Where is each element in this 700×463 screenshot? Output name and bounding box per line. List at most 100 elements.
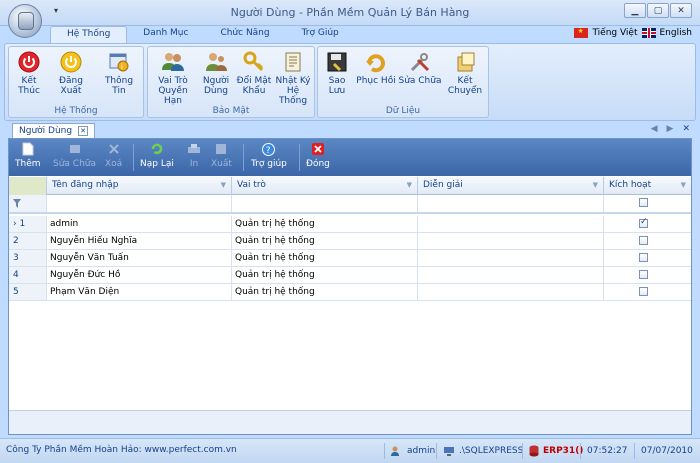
export-icon xyxy=(214,142,228,156)
user-icon xyxy=(204,50,228,74)
cell-description[interactable] xyxy=(418,284,604,300)
active-checkbox[interactable] xyxy=(639,217,648,228)
filter-description-input[interactable] xyxy=(418,195,604,212)
table-row[interactable]: › 1 admin Quản trị hệ thống xyxy=(9,216,691,233)
print-button[interactable]: In xyxy=(187,142,201,169)
add-button[interactable]: Thêm xyxy=(15,142,41,169)
tab-tro-giup[interactable]: Trợ Giúp xyxy=(286,26,355,43)
svg-text:?: ? xyxy=(266,146,271,156)
cell-role[interactable]: Quản trị hệ thống xyxy=(232,216,418,232)
language-vietnamese[interactable]: Tiếng Việt xyxy=(592,28,637,38)
application-menu-button[interactable] xyxy=(8,4,42,38)
group-security: Vai Trò Quyền Hạn Người Dùng Đổi Mật Khẩ… xyxy=(147,46,315,118)
sort-icon: ▼ xyxy=(220,181,226,189)
tab-navigation: ◀ ▶ ✕ xyxy=(651,124,690,134)
repair-button[interactable]: Sửa Chữa xyxy=(398,50,442,86)
delete-icon xyxy=(107,142,121,156)
cell-active[interactable] xyxy=(604,284,691,300)
filter-row xyxy=(9,195,691,214)
cell-description[interactable] xyxy=(418,216,604,232)
column-header-active[interactable]: Kích hoạt ▼ xyxy=(604,177,691,195)
exit-button[interactable]: Kết Thúc xyxy=(11,50,47,96)
edit-button[interactable]: Sửa Chữa xyxy=(53,142,96,169)
column-header-username[interactable]: Tên đăng nhập ▼ xyxy=(47,177,232,195)
cell-role[interactable]: Quản trị hệ thống xyxy=(232,250,418,266)
scroll-right-icon[interactable]: ▶ xyxy=(667,124,674,134)
system-log-button[interactable]: Nhật Ký Hệ Thống xyxy=(272,50,314,106)
close-document-icon[interactable]: ✕ xyxy=(682,124,690,134)
active-checkbox[interactable] xyxy=(639,253,648,262)
document-tab-bar: Người Dùng ✕ ◀ ▶ ✕ xyxy=(4,122,696,138)
tab-he-thong[interactable]: Hệ Thống xyxy=(50,26,128,43)
cell-username[interactable]: Nguyễn Đức Hồ xyxy=(47,267,232,283)
scroll-left-icon[interactable]: ◀ xyxy=(651,124,658,134)
window-controls: ▁ ▢ ✕ xyxy=(624,3,692,18)
row-number: 2 xyxy=(9,233,47,249)
user-status-icon xyxy=(391,446,399,456)
close-red-icon xyxy=(311,142,325,156)
logout-button[interactable]: Đăng Xuất xyxy=(49,50,93,96)
language-english[interactable]: English xyxy=(660,28,693,38)
table-row[interactable]: 3 Nguyễn Văn Tuấn Quản trị hệ thống xyxy=(9,250,691,267)
document-tab-nguoi-dung[interactable]: Người Dùng ✕ xyxy=(12,123,96,138)
column-header-description[interactable]: Diễn giải ▼ xyxy=(418,177,604,195)
roles-permissions-button[interactable]: Vai Trò Quyền Hạn xyxy=(149,50,197,106)
cell-username[interactable]: Nguyễn Hiếu Nghĩa xyxy=(47,233,232,249)
grid-corner xyxy=(9,177,47,195)
group-data: Sao Lưu Phục Hồi Sửa Chữa Kết Chuyển Dữ … xyxy=(317,46,489,118)
active-checkbox[interactable] xyxy=(639,236,648,245)
database-status-icon xyxy=(529,445,539,457)
table-row[interactable]: 4 Nguyễn Đức Hồ Quản trị hệ thống xyxy=(9,267,691,284)
sort-icon: ▼ xyxy=(592,181,598,189)
table-row[interactable]: 2 Nguyễn Hiếu Nghĩa Quản trị hệ thống xyxy=(9,233,691,250)
toolbar-separator xyxy=(243,144,244,171)
delete-button[interactable]: Xoá xyxy=(105,142,122,169)
reload-button[interactable]: Nạp Lại xyxy=(140,142,174,169)
table-row[interactable]: 5 Phạm Văn Diện Quản trị hệ thống xyxy=(9,284,691,301)
help-button[interactable]: ? Trợ giúp xyxy=(251,142,287,169)
filter-icon xyxy=(13,199,21,208)
close-window-button[interactable]: ✕ xyxy=(670,3,692,18)
restore-button[interactable]: Phục Hồi xyxy=(356,50,396,86)
maximize-button[interactable]: ▢ xyxy=(647,3,669,18)
cell-role[interactable]: Quản trị hệ thống xyxy=(232,233,418,249)
active-checkbox[interactable] xyxy=(639,270,648,279)
filter-role-input[interactable] xyxy=(232,195,418,212)
database-icon xyxy=(18,12,34,30)
cell-active[interactable] xyxy=(604,267,691,283)
sort-icon: ▼ xyxy=(680,181,686,189)
info-button[interactable]: i Thông Tin xyxy=(97,50,141,96)
cell-role[interactable]: Quản trị hệ thống xyxy=(232,284,418,300)
tab-chuc-nang[interactable]: Chức Năng xyxy=(204,26,285,43)
carry-forward-button[interactable]: Kết Chuyển xyxy=(442,50,488,96)
cell-active[interactable] xyxy=(604,233,691,249)
cell-description[interactable] xyxy=(418,250,604,266)
cell-active[interactable] xyxy=(604,216,691,232)
cell-username[interactable]: Phạm Văn Diện xyxy=(47,284,232,300)
close-button[interactable]: Đóng xyxy=(306,142,330,169)
filter-username-input[interactable] xyxy=(47,195,232,212)
users-button[interactable]: Người Dùng xyxy=(198,50,234,96)
row-number: 3 xyxy=(9,250,47,266)
cell-active[interactable] xyxy=(604,250,691,266)
window-title: Người Dùng - Phần Mềm Quản Lý Bán Hàng xyxy=(230,6,470,19)
cell-description[interactable] xyxy=(418,267,604,283)
minimize-button[interactable]: ▁ xyxy=(624,3,646,18)
restore-arrow-icon xyxy=(364,50,388,74)
vietnam-flag-icon[interactable] xyxy=(574,27,589,38)
column-header-role[interactable]: Vai trò ▼ xyxy=(232,177,418,195)
change-password-button[interactable]: Đổi Mật Khẩu xyxy=(236,50,272,96)
cell-username[interactable]: admin xyxy=(47,216,232,232)
uk-flag-icon[interactable] xyxy=(641,28,656,38)
cell-description[interactable] xyxy=(418,233,604,249)
export-button[interactable]: Xuất xyxy=(211,142,232,169)
close-tab-icon[interactable]: ✕ xyxy=(78,126,89,136)
filter-active-checkbox[interactable] xyxy=(639,198,648,207)
tab-danh-muc[interactable]: Danh Mục xyxy=(127,26,204,43)
cell-username[interactable]: Nguyễn Văn Tuấn xyxy=(47,250,232,266)
backup-button[interactable]: Sao Lưu xyxy=(319,50,355,96)
active-checkbox[interactable] xyxy=(639,287,648,296)
filter-active-input[interactable] xyxy=(604,195,691,212)
toolbar-separator xyxy=(133,144,134,171)
cell-role[interactable]: Quản trị hệ thống xyxy=(232,267,418,283)
